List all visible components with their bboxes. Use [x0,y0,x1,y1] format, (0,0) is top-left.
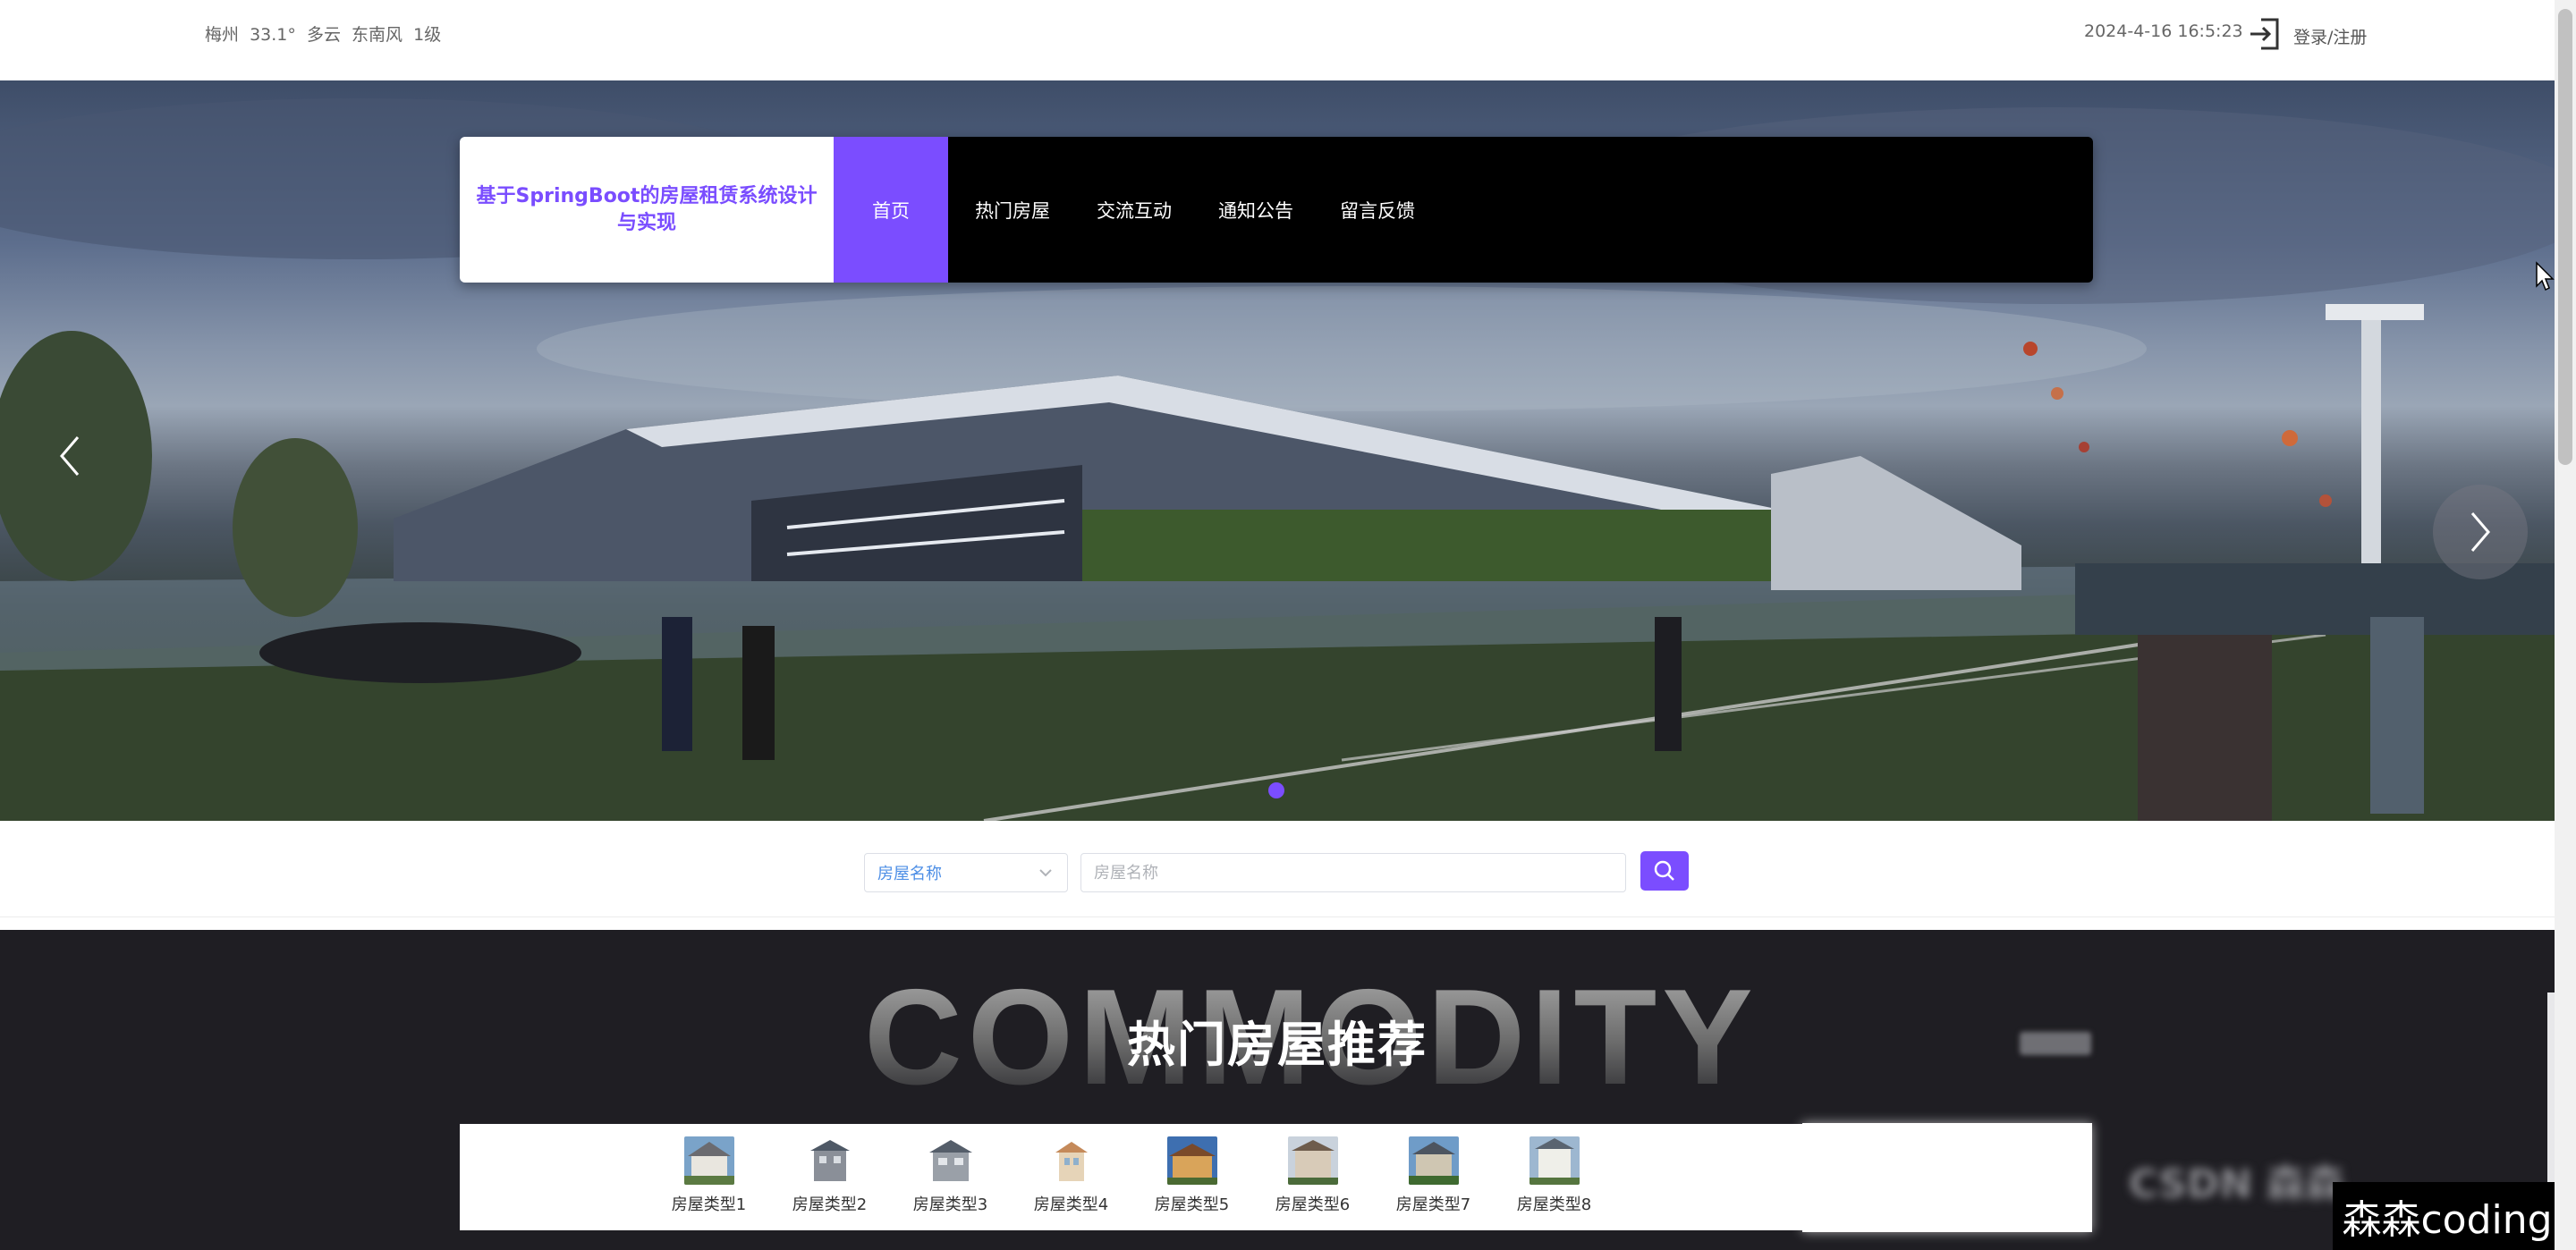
scrollbar-thumb[interactable] [2558,9,2572,465]
nav-item-feedback[interactable]: 留言反馈 [1317,137,1438,283]
nav-menu: 首页 热门房屋 交流互动 通知公告 留言反馈 [834,137,2093,283]
house-thumbnail [1046,1136,1097,1185]
site-title: 基于SpringBoot的房屋租赁系统设计与实现 [476,184,818,234]
weather-info: 梅州 33.1° 多云 东南风 1级 [205,25,442,45]
page-scrollbar[interactable] [2555,0,2576,1250]
current-datetime: 2024-4-16 16:5:23 [2084,21,2243,41]
blank-panel [1802,1123,2092,1232]
carousel-next-button[interactable] [2433,485,2528,579]
nav-item-label: 留言反馈 [1340,199,1415,222]
search-field-select-value: 房屋名称 [877,865,942,883]
main-navbar: 基于SpringBoot的房屋租赁系统设计与实现 首页 热门房屋 交流互动 通知… [460,137,2093,283]
house-thumbnail [1529,1136,1580,1185]
search-field-select[interactable]: 房屋名称 [864,853,1068,892]
house-thumbnail [1287,1136,1338,1185]
house-type-label: 房屋类型2 [792,1195,868,1214]
house-type-item[interactable]: 房屋类型3 [891,1124,1010,1230]
house-type-label: 房屋类型1 [671,1195,747,1214]
chevron-down-icon [1039,869,1052,877]
search-button[interactable] [1640,851,1689,891]
house-thumbnail [683,1136,734,1185]
nav-item-label: 通知公告 [1218,199,1293,222]
house-type-label: 房屋类型7 [1395,1195,1471,1214]
blurred-tag [2020,1032,2091,1055]
house-thumbnail [1166,1136,1217,1185]
chevron-left-icon [60,436,80,476]
house-type-item[interactable]: 房屋类型4 [1012,1124,1131,1230]
house-type-item[interactable]: 房屋类型5 [1132,1124,1251,1230]
nav-item-forum[interactable]: 交流互动 [1073,137,1195,283]
nav-item-notices[interactable]: 通知公告 [1195,137,1317,283]
house-type-item[interactable]: 房屋类型7 [1374,1124,1493,1230]
search-bar: 房屋名称 [0,821,2555,917]
watermark: 森森coding [2333,1182,2562,1250]
nav-item-hot-houses[interactable]: 热门房屋 [948,137,1073,283]
section-title: 热门房屋推荐 [1127,1017,1428,1073]
carousel-prev-button[interactable] [50,427,89,485]
chevron-right-icon [2470,512,2490,552]
house-type-label: 房屋类型3 [912,1195,988,1214]
top-bar: 梅州 33.1° 多云 东南风 1级 2024-4-16 16:5:23 登录/… [0,0,2555,80]
site-brand[interactable]: 基于SpringBoot的房屋租赁系统设计与实现 [460,137,834,283]
carousel-indicator-1[interactable] [1268,782,1284,798]
house-thumbnail [1408,1136,1459,1185]
login-icon [2247,16,2283,55]
search-icon [1654,860,1674,881]
house-thumbnail [804,1136,855,1185]
house-type-label: 房屋类型8 [1516,1195,1592,1214]
cursor-icon [2536,261,2555,291]
nav-item-label: 首页 [872,199,910,222]
house-type-item[interactable]: 房屋类型1 [649,1124,768,1230]
house-type-label: 房屋类型5 [1154,1195,1230,1214]
house-type-item[interactable]: 房屋类型6 [1253,1124,1372,1230]
house-type-item[interactable]: 房屋类型8 [1495,1124,1614,1230]
search-input[interactable] [1080,853,1626,892]
login-register-link[interactable]: 登录/注册 [2247,16,2367,55]
nav-item-home[interactable]: 首页 [834,137,948,283]
house-type-label: 房屋类型4 [1033,1195,1109,1214]
nav-item-label: 热门房屋 [975,199,1050,222]
house-thumbnail [925,1136,976,1185]
house-type-list: 房屋类型1 房屋类型2 房屋类型3 房屋类型4 房屋类型5 房屋类型6 房屋类型… [460,1124,1803,1230]
house-type-label: 房屋类型6 [1275,1195,1351,1214]
house-type-item[interactable]: 房屋类型2 [770,1124,889,1230]
login-label: 登录/注册 [2293,27,2368,47]
nav-item-label: 交流互动 [1097,199,1172,222]
